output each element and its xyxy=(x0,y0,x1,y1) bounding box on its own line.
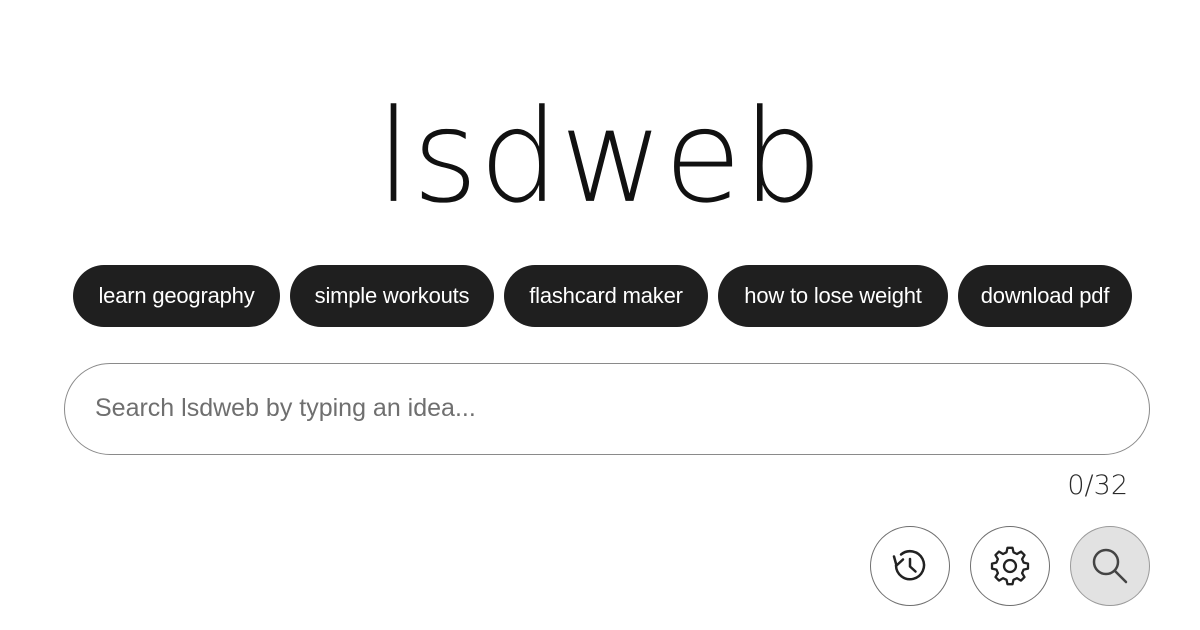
site-logo: lsdweb xyxy=(376,81,824,232)
suggestion-chip-learn-geography[interactable]: learn geography xyxy=(73,265,280,327)
suggestion-chips: learn geography simple workouts flashcar… xyxy=(73,265,1132,327)
suggestion-chip-download-pdf[interactable]: download pdf xyxy=(958,265,1132,327)
search-button[interactable] xyxy=(1070,526,1150,606)
search-input[interactable] xyxy=(95,364,1115,452)
character-counter: 0/32 xyxy=(1067,470,1128,501)
history-button[interactable] xyxy=(870,526,950,606)
suggestion-chip-flashcard-maker[interactable]: flashcard maker xyxy=(504,265,708,327)
gear-icon xyxy=(990,546,1030,586)
suggestion-chip-simple-workouts[interactable]: simple workouts xyxy=(290,265,494,327)
settings-button[interactable] xyxy=(970,526,1050,606)
search-icon xyxy=(1092,548,1128,584)
history-icon xyxy=(892,549,926,581)
suggestion-chip-how-to-lose-weight[interactable]: how to lose weight xyxy=(718,265,948,327)
search-box xyxy=(64,363,1150,455)
